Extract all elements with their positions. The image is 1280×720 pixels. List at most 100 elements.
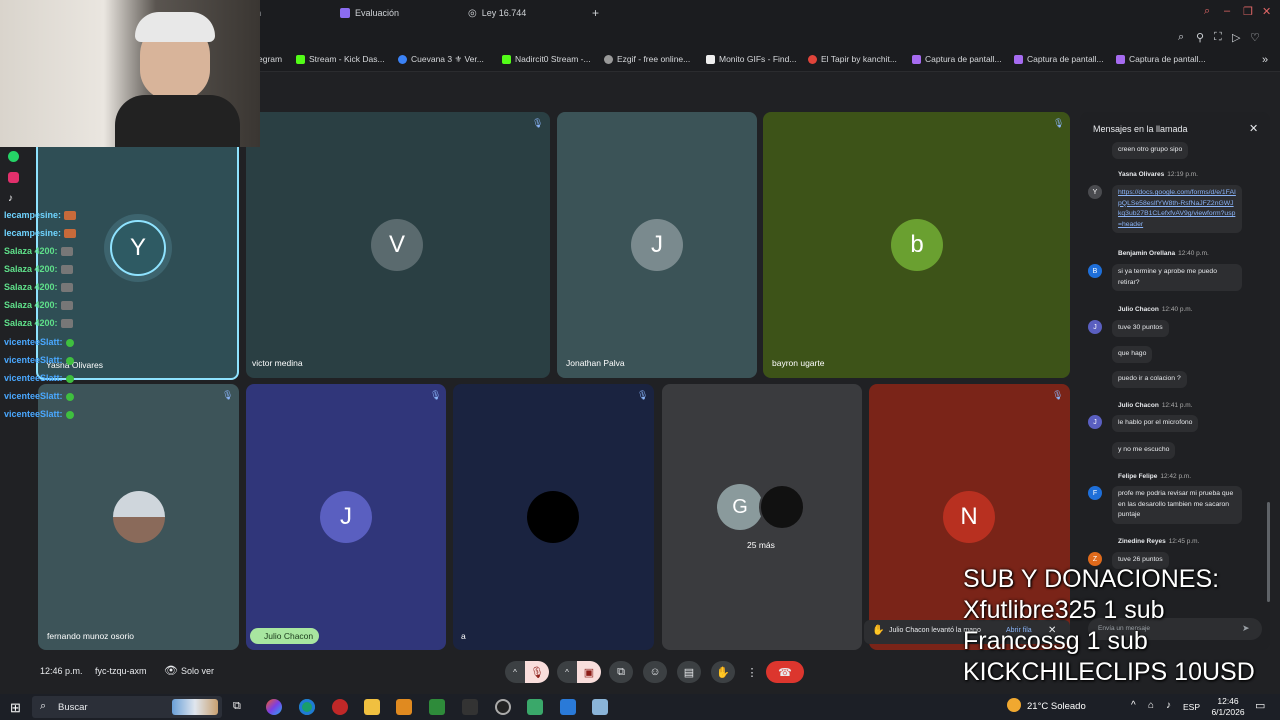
hand-icon: ✋ — [716, 666, 730, 679]
bookmark-item[interactable]: Nadircit0 Stream -... — [502, 54, 591, 64]
network-icon[interactable]: ⌂ — [1148, 700, 1154, 711]
heart-icon[interactable]: ♡ — [1250, 31, 1260, 44]
tab-ley[interactable]: ◎ Ley 16.744 — [468, 4, 526, 22]
globe-icon: ◎ — [468, 7, 477, 19]
search-icon[interactable]: ⌕ — [1204, 5, 1210, 18]
epic-games-icon[interactable] — [462, 699, 478, 715]
play-icon[interactable]: ▷ — [1232, 31, 1240, 44]
camera-options-button[interactable]: ^ — [557, 661, 577, 683]
chat-link[interactable]: https://docs.google.com/forms/d/e/1FAIpQ… — [1118, 189, 1236, 228]
minimize-icon[interactable]: – — [1224, 5, 1230, 17]
avatar: G — [717, 484, 763, 530]
participant-tile-bayron[interactable]: 🎙 b bayron ugarte — [763, 112, 1070, 378]
author-name: Felipe Felipe — [1118, 473, 1158, 480]
restore-icon[interactable]: ❐ — [1243, 5, 1253, 18]
emote-icon — [60, 283, 73, 293]
volume-icon[interactable]: ♪ — [1166, 700, 1171, 711]
zoom-icon[interactable]: ⌕ — [1178, 31, 1184, 44]
emote-icon — [65, 338, 74, 347]
message-time: 12:45 p.m. — [1168, 538, 1200, 545]
participant-tile-victor[interactable]: 🎙 V victor medina — [246, 112, 550, 378]
webcam-hair — [135, 12, 215, 42]
tray-overflow-icon[interactable]: ^ — [1131, 700, 1136, 711]
new-tab-button[interactable]: + — [592, 4, 599, 22]
edge-icon[interactable] — [299, 699, 315, 715]
captions-button[interactable]: ▤ — [677, 661, 701, 683]
reactions-button[interactable]: ☺ — [643, 661, 667, 683]
chat-author: Yasna Olivares 12:19 p.m. — [1118, 171, 1198, 178]
participant-tile-a[interactable]: 🎙 a — [453, 384, 654, 650]
meeting-code: fyc-tzqu-axm — [95, 666, 147, 676]
stream-chat-user: vicenteeSlatt: — [4, 373, 63, 383]
participant-name: victor medina — [252, 358, 303, 368]
file-explorer-icon[interactable] — [364, 699, 380, 715]
taskbar-search[interactable]: ⌕ Buscar — [32, 696, 222, 718]
app-icon[interactable] — [560, 699, 576, 715]
pin-icon[interactable]: ⚲ — [1196, 31, 1204, 44]
chat-author: Julio Chacon 12:40 p.m. — [1118, 306, 1193, 313]
bookmark-item[interactable]: Captura de pantall... — [1116, 54, 1206, 64]
bookmark-item[interactable]: Ezgif - free online... — [604, 54, 690, 64]
participant-tile-more[interactable]: G 25 más — [662, 384, 862, 650]
mic-options-button[interactable]: ^ — [505, 661, 525, 683]
participant-tile-jonathan[interactable]: J Jonathan Palva — [557, 112, 757, 378]
participant-tile-julio[interactable]: 🎙 J Julio Chacon — [246, 384, 446, 650]
bookmark-item[interactable]: Cuevana 3 ⚜ Ver... — [398, 54, 484, 65]
raise-hand-button[interactable]: ✋ — [711, 661, 735, 683]
bookmark-item[interactable]: Captura de pantall... — [1014, 54, 1104, 64]
tab-evaluacion[interactable]: Evaluación — [340, 4, 399, 22]
emote-icon — [60, 247, 73, 257]
more-bookmarks-button[interactable]: » — [1262, 54, 1268, 66]
eye-icon: 👁 — [164, 665, 178, 677]
tab-label: Evaluación — [355, 8, 400, 18]
stream-chat-user: vicenteeSlatt: — [4, 409, 63, 419]
view-mode-label: Solo ver — [181, 666, 215, 676]
screenshot-icon[interactable]: ⛶ — [1214, 31, 1222, 44]
camera-toggle-button[interactable]: ▣ — [577, 661, 601, 683]
cuevana-icon — [398, 55, 407, 64]
task-view-icon[interactable]: ⧉ — [233, 700, 241, 713]
subs-donations-overlay: SUB Y DONACIONES: Xfutlibre325 1 sub Fra… — [963, 564, 1255, 688]
avatar: J — [1088, 320, 1102, 334]
participant-tile-fernando[interactable]: 🎙 fernando munoz osorio — [38, 384, 239, 650]
store-icon[interactable] — [527, 699, 543, 715]
emote-icon — [64, 229, 77, 239]
bookmark-item[interactable]: Captura de pantall... — [912, 54, 1002, 64]
present-button[interactable]: ⧉ — [609, 661, 633, 683]
bookmark-item[interactable]: Monito GIFs - Find... — [706, 54, 796, 64]
mic-toggle-button[interactable]: 🎙 — [525, 661, 549, 683]
bookmark-item[interactable]: El Tapir by kanchit... — [808, 54, 897, 64]
overlay-line: SUB Y DONACIONES: — [963, 565, 1220, 593]
obs-icon[interactable] — [495, 699, 511, 715]
stream-chat-user: Salaza 4200: — [4, 264, 58, 274]
notifications-icon[interactable]: ▭ — [1255, 699, 1265, 712]
streamer-webcam — [0, 0, 260, 147]
stream-chat-user: Salaza 4200: — [4, 282, 58, 292]
mic-off-icon: 🎙 — [1053, 118, 1065, 128]
bookmark-label: Captura de pantall... — [925, 54, 1002, 64]
app-icon[interactable] — [396, 699, 412, 715]
ezgif-icon — [604, 54, 613, 64]
bookmark-item[interactable]: egram — [258, 54, 282, 64]
close-window-icon[interactable]: ✕ — [1262, 5, 1271, 18]
opera-icon[interactable] — [332, 699, 348, 715]
tab-label: Ley 16.744 — [481, 8, 527, 18]
hand-icon: ✋ — [872, 625, 885, 636]
kick-icon — [296, 54, 305, 64]
chat-scrollbar[interactable] — [1267, 502, 1270, 602]
windows-start-icon[interactable]: ⊞ — [10, 700, 21, 716]
overlay-line: KICKCHILECLIPS 10USD — [963, 658, 1255, 686]
leave-call-button[interactable]: ☎ — [766, 661, 804, 683]
bookmark-item[interactable]: Stream - Kick Das... — [296, 54, 385, 64]
excel-icon[interactable] — [429, 699, 445, 715]
author-name: Zinedine Reyes — [1118, 538, 1166, 545]
more-options-button[interactable]: ⋮ — [743, 661, 761, 683]
close-chat-icon[interactable]: ✕ — [1249, 122, 1258, 135]
weather-text[interactable]: 21°C Soleado — [1027, 701, 1086, 712]
taskbar-clock[interactable]: 12:46 6/1/2026 — [1208, 696, 1248, 718]
copilot-icon[interactable] — [266, 699, 282, 715]
mic-off-icon: 🎙 — [637, 390, 649, 400]
stream-chat-user: vicenteeSlatt: — [4, 391, 63, 401]
app-icon[interactable] — [592, 699, 608, 715]
language-indicator[interactable]: ESP — [1183, 702, 1200, 712]
